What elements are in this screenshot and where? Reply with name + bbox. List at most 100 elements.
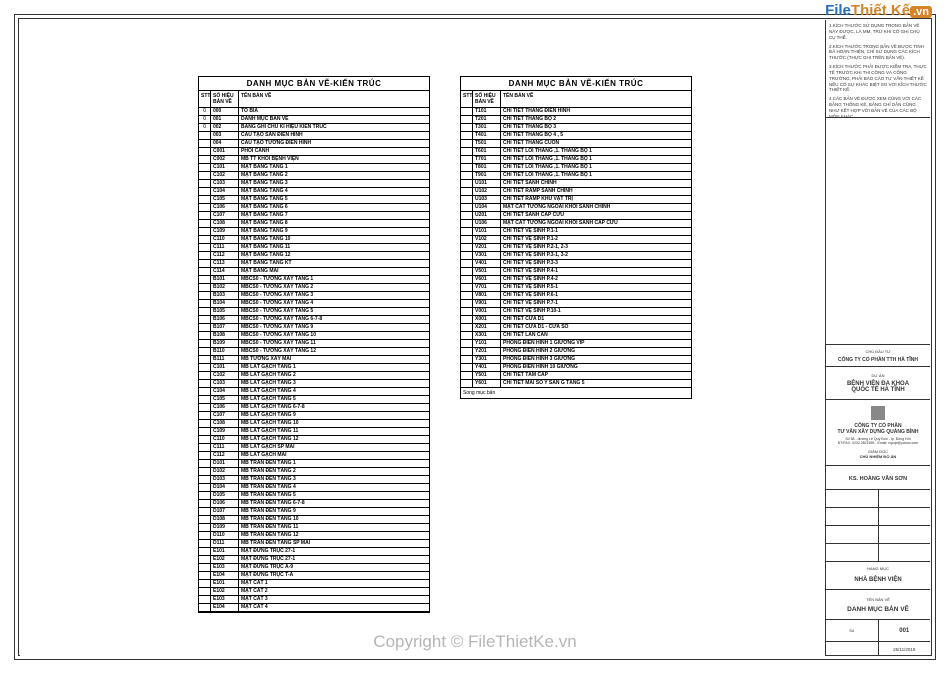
cell-name: MB TRẦN ĐÈN TẦNG 1 [239, 460, 429, 467]
table-row: T601CHI TIẾT LÕI THANG ,1. THANG BỘ 1 [461, 148, 691, 156]
company-logo-icon [871, 406, 885, 420]
table-row: C001PHỐI CẢNH [199, 148, 429, 156]
table-row: C109MẶT BẰNG TẦNG 9 [199, 228, 429, 236]
table-row: D103MB TRẦN ĐÈN TẦNG 3 [199, 476, 429, 484]
cell-name: MẶT BẰNG TẦNG 8 [239, 220, 429, 227]
cell-stt [199, 324, 211, 331]
col-header-sh: SỐ HIỆU BẢN VẼ [211, 91, 239, 107]
cell-name: MB LÁT GẠCH TẦNG 1 [239, 364, 429, 371]
cell-name: CHI TIẾT TẦM CẤP [501, 372, 691, 379]
cell-code: B107 [211, 324, 239, 331]
cell-code: B103 [211, 292, 239, 299]
cell-name: CHI TIẾT SẢNH CẤP CỨU [501, 212, 691, 219]
table-row: Y301PHÒNG ĐIỂN HÌNH 3 GIƯỜNG [461, 356, 691, 364]
cell-name: MB TRẦN ĐÈN TẦNG SP MÁI [239, 540, 429, 547]
cell-name: MẶT ĐỨNG TRỤC A-9 [239, 564, 429, 571]
table-row: B108MBCS0 - TƯỜNG XÂY TẦNG 10 [199, 332, 429, 340]
table-row: C110MẶT BẰNG TẦNG 10 [199, 236, 429, 244]
cell-code: E101 [211, 548, 239, 555]
cell-code: C112 [211, 252, 239, 259]
cell-name: PHÒNG ĐIỂN HÌNH 3 GIƯỜNG [501, 356, 691, 363]
cell-name: CẤU TẠO SÀN ĐIỂN HÌNH [239, 132, 429, 139]
cell-stt [199, 588, 211, 595]
cell-code: V801 [473, 292, 501, 299]
table-row: V401CHI TIẾT VỆ SINH P.3-3 [461, 260, 691, 268]
table-row: E102MẶT ĐỨNG TRỤC 27-1 [199, 556, 429, 564]
table-row: B102MBCS0 - TƯỜNG XÂY TẦNG 2 [199, 284, 429, 292]
cell-name: MẶT BẰNG TẦNG 9 [239, 228, 429, 235]
cell-code: B104 [211, 300, 239, 307]
cell-stt [461, 372, 473, 379]
cell-name: PHÒNG ĐIỂN HÌNH 10 GIƯỜNG [501, 364, 691, 371]
cell-stt [199, 572, 211, 579]
cell-name: MB TRẦN ĐÈN TẦNG 6-7-8 [239, 500, 429, 507]
logo-file: File [825, 2, 851, 19]
cell-name: MẶT CẮT 2 [239, 588, 429, 595]
cell-code: C110 [211, 436, 239, 443]
cell-stt [199, 220, 211, 227]
cell-code: D107 [211, 508, 239, 515]
cell-name: MBCS0 - TƯỜNG XÂY TẦNG 2 [239, 284, 429, 291]
cell-stt [199, 228, 211, 235]
cell-code: 002 [211, 124, 239, 131]
cell-name: PHÒNG ĐIỂN HÌNH 1 GIƯỜNG VIP [501, 340, 691, 347]
cell-name: MẶT ĐỨNG TRỤC 27-1 [239, 556, 429, 563]
cell-code: C102 [211, 372, 239, 379]
table-row: D108MB TRẦN ĐÈN TẦNG 10 [199, 516, 429, 524]
cell-stt [461, 180, 473, 187]
cell-code: C108 [211, 420, 239, 427]
cell-stt [199, 292, 211, 299]
note-line: 3.KÍCH THƯỚC PHẢI ĐƯỢC KIỂM TRA, THỰC TẾ… [829, 64, 927, 93]
cell-name: MẶT CẮT 1 [239, 580, 429, 587]
table-row: C106MẶT BẰNG TẦNG 6 [199, 204, 429, 212]
cell-stt [199, 436, 211, 443]
cell-stt [199, 252, 211, 259]
table-row: C107MẶT BẰNG TẦNG 7 [199, 212, 429, 220]
cell-name: MB TRẦN ĐÈN TẦNG 9 [239, 508, 429, 515]
cell-stt [199, 188, 211, 195]
cell-name: DANH MỤC BẢN VẼ [239, 116, 429, 123]
cell-code: T201 [473, 116, 501, 123]
cell-stt [461, 236, 473, 243]
cell-stt [199, 172, 211, 179]
table-title: DANH MỤC BẢN VẼ-KIẾN TRÚC [199, 77, 429, 91]
cell-name: CHI TIẾT THANG BỘ 2 [501, 116, 691, 123]
cell-code: D110 [211, 532, 239, 539]
cell-code: V101 [473, 228, 501, 235]
table-row: 004CẤU TẠO TƯỜNG ĐIỂN HÌNH [199, 140, 429, 148]
drawing-area: DANH MỤC BẢN VẼ-KIẾN TRÚC STT SỐ HIỆU BẢ… [20, 20, 825, 656]
cell-stt [199, 276, 211, 283]
cell-name: MB LÁT GẠCH TẦNG 6-7-8 [239, 404, 429, 411]
tb-date-row: 25/11/2019 [826, 642, 930, 656]
table-row: U103CHI TIẾT RAMP KHU VẬT TRỊ [461, 196, 691, 204]
cell-name: MB LÁT GẠCH TẦNG 12 [239, 436, 429, 443]
col-header-ten: TÊN BẢN VẼ [501, 91, 691, 107]
table-row: 0000TỔ BIA [199, 108, 429, 116]
cell-stt [199, 532, 211, 539]
cell-name: CHI TIẾT VỆ SINH P.6-1 [501, 292, 691, 299]
note-line: 1.KÍCH THƯỚC SỬ DỤNG TRONG BẢN VẼ NÀY ĐƯ… [829, 23, 927, 41]
cell-code: Y301 [473, 356, 501, 363]
cell-name: MẶT CẮT 4 [239, 604, 429, 611]
cell-stt [199, 156, 211, 163]
sign-cell [879, 508, 931, 525]
cell-name: MB LÁT GẠCH MÁI [239, 452, 429, 459]
cell-code: D103 [211, 476, 239, 483]
cell-name: CHI TIẾT VỆ SINH P.4-2 [501, 276, 691, 283]
cell-code: D101 [211, 460, 239, 467]
cell-stt [461, 148, 473, 155]
drawing-list-table-1: DANH MỤC BẢN VẼ-KIẾN TRÚC STT SỐ HIỆU BẢ… [198, 76, 430, 613]
cell-code: V701 [473, 284, 501, 291]
table-row: V801CHI TIẾT VỆ SINH P.6-1 [461, 292, 691, 300]
cell-name: MẶT BẰNG TẦNG 2 [239, 172, 429, 179]
tb-sign-row [826, 508, 930, 526]
sheet-number: 001 [879, 620, 931, 641]
table-row: E104MẶT ĐỨNG TRỤC T-A [199, 572, 429, 580]
cell-stt [199, 132, 211, 139]
table-row: D102MB TRẦN ĐÈN TẦNG 2 [199, 468, 429, 476]
col-header-stt: STT [199, 91, 211, 107]
cell-code: B105 [211, 308, 239, 315]
cell-stt [199, 492, 211, 499]
cell-stt [461, 348, 473, 355]
cell-stt [461, 164, 473, 171]
